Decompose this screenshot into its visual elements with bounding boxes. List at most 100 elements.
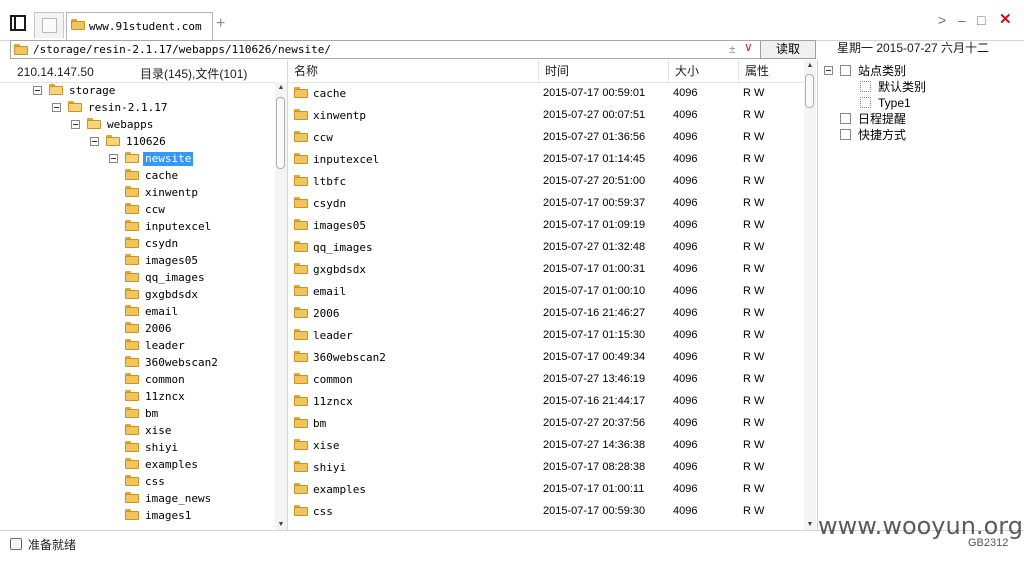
collapse-toggle-icon[interactable]	[33, 86, 42, 95]
tree-node-label: examples	[145, 458, 198, 471]
scroll-up-icon[interactable]: ▲	[805, 62, 815, 69]
chevron-down-icon[interactable]: ∨	[744, 40, 753, 54]
file-row[interactable]: 360webscan2 2015-07-17 00:49:34 4096 R W	[288, 347, 804, 369]
scroll-down-icon[interactable]: ▼	[805, 521, 815, 528]
file-row[interactable]: csydn 2015-07-17 00:59:37 4096 R W	[288, 193, 804, 215]
tree-node-label: 110626	[126, 135, 166, 148]
column-attr[interactable]: 属性	[738, 60, 804, 82]
scroll-thumb[interactable]	[276, 97, 285, 169]
title-bar: www.91student.com + > – □ ✕	[0, 0, 1024, 41]
collapse-toggle-icon[interactable]	[90, 137, 99, 146]
scroll-up-icon[interactable]: ▲	[276, 84, 286, 91]
file-row[interactable]: email 2015-07-17 01:00:10 4096 R W	[288, 281, 804, 303]
file-size: 4096	[673, 197, 698, 209]
file-size: 4096	[673, 505, 698, 517]
tree-node-label: gxgbdsdx	[145, 288, 198, 301]
file-row[interactable]: examples 2015-07-17 01:00:11 4096 R W	[288, 479, 804, 501]
category-icon	[860, 97, 871, 108]
column-name[interactable]: 名称	[288, 60, 538, 82]
file-attr: R W	[743, 439, 765, 451]
path-bar: ± ∨ 读取	[6, 40, 816, 60]
forward-icon[interactable]: >	[938, 12, 946, 28]
file-row[interactable]: leader 2015-07-17 01:15:30 4096 R W	[288, 325, 804, 347]
file-size: 4096	[673, 395, 698, 407]
folder-icon	[125, 356, 139, 367]
file-name: email	[313, 285, 347, 298]
file-row[interactable]: inputexcel 2015-07-17 01:14:45 4096 R W	[288, 149, 804, 171]
tab-blank[interactable]	[34, 12, 64, 38]
column-size[interactable]: 大小	[668, 60, 738, 82]
file-row[interactable]: xise 2015-07-27 14:36:38 4096 R W	[288, 435, 804, 457]
folder-icon	[125, 186, 139, 197]
tab-site[interactable]: www.91student.com	[66, 12, 213, 40]
path-input[interactable]	[33, 42, 713, 57]
file-attr: R W	[743, 505, 765, 517]
file-row[interactable]: cache 2015-07-17 00:59:01 4096 R W	[288, 83, 804, 105]
file-name: csydn	[313, 197, 347, 210]
file-list-scrollbar[interactable]: ▲ ▼	[804, 60, 816, 530]
folder-icon	[294, 461, 308, 472]
file-attr: R W	[743, 329, 765, 341]
folder-icon	[294, 131, 308, 142]
file-row[interactable]: qq_images 2015-07-27 01:32:48 4096 R W	[288, 237, 804, 259]
file-row[interactable]: 11zncx 2015-07-16 21:44:17 4096 R W	[288, 391, 804, 413]
collapse-toggle-icon[interactable]	[52, 103, 61, 112]
file-size: 4096	[673, 153, 698, 165]
file-name: images05	[313, 219, 366, 232]
read-button[interactable]: 读取	[760, 40, 816, 59]
collapse-toggle-icon[interactable]	[109, 154, 118, 163]
file-attr: R W	[743, 285, 765, 297]
file-row[interactable]: ccw 2015-07-27 01:36:56 4096 R W	[288, 127, 804, 149]
file-time: 2015-07-17 00:59:37	[543, 197, 646, 209]
folder-icon	[294, 109, 308, 120]
file-time: 2015-07-17 01:00:11	[543, 483, 645, 495]
file-row[interactable]: gxgbdsdx 2015-07-17 01:00:31 4096 R W	[288, 259, 804, 281]
folder-icon	[294, 483, 308, 494]
shortcut-icon	[840, 129, 851, 140]
folder-icon	[125, 390, 139, 401]
folder-icon	[294, 351, 308, 362]
file-row[interactable]: ltbfc 2015-07-27 20:51:00 4096 R W	[288, 171, 804, 193]
app-icon[interactable]	[10, 15, 26, 31]
file-size: 4096	[673, 241, 698, 253]
new-tab-button[interactable]: +	[216, 15, 225, 33]
add-path-icon[interactable]: ±	[729, 42, 736, 56]
tree-node-label: email	[145, 305, 179, 318]
file-row[interactable]: css 2015-07-17 00:59:30 4096 R W	[288, 501, 804, 523]
file-attr: R W	[743, 109, 765, 121]
file-attr: R W	[743, 197, 765, 209]
tree-node-label: bm	[145, 407, 159, 420]
category-label: 站点类别	[858, 64, 907, 78]
file-time: 2015-07-16 21:44:17	[543, 395, 646, 407]
file-row[interactable]: 2006 2015-07-16 21:46:27 4096 R W	[288, 303, 804, 325]
scroll-down-icon[interactable]: ▼	[276, 521, 286, 528]
file-name: shiyi	[313, 461, 347, 474]
folder-icon	[71, 19, 85, 30]
file-row[interactable]: images05 2015-07-17 01:09:19 4096 R W	[288, 215, 804, 237]
file-row[interactable]: shiyi 2015-07-17 08:28:38 4096 R W	[288, 457, 804, 479]
minimize-button[interactable]: –	[958, 12, 966, 28]
file-name: inputexcel	[313, 153, 380, 166]
collapse-toggle-icon[interactable]	[71, 120, 80, 129]
tree-scrollbar[interactable]: ▲ ▼	[275, 82, 287, 530]
folder-icon	[125, 203, 139, 214]
directory-tree: storage resin-2.1.17 webapps 110626 newsite c…	[0, 82, 274, 530]
folder-open-icon	[49, 84, 63, 95]
file-list-pane: 名称 时间 大小 属性 cache 2015-07-17 00:59:01 4096…	[287, 60, 818, 530]
file-attr: R W	[743, 461, 765, 473]
tree-node-label: 11zncx	[145, 390, 185, 403]
scroll-thumb[interactable]	[805, 74, 814, 108]
file-attr: R W	[743, 395, 765, 407]
file-row[interactable]: bm 2015-07-27 20:37:56 4096 R W	[288, 413, 804, 435]
file-row[interactable]: xinwentp 2015-07-27 00:07:51 4096 R W	[288, 105, 804, 127]
maximize-button[interactable]: □	[977, 12, 985, 28]
file-size: 4096	[673, 131, 698, 143]
collapse-toggle-icon[interactable]	[824, 66, 833, 75]
column-time[interactable]: 时间	[538, 60, 668, 82]
folder-icon	[294, 329, 308, 340]
tree-node-label: newsite	[143, 152, 194, 166]
file-name: css	[313, 505, 333, 518]
file-row[interactable]: common 2015-07-27 13:46:19 4096 R W	[288, 369, 804, 391]
folder-open-icon	[68, 101, 82, 112]
close-button[interactable]: ✕	[999, 12, 1012, 28]
